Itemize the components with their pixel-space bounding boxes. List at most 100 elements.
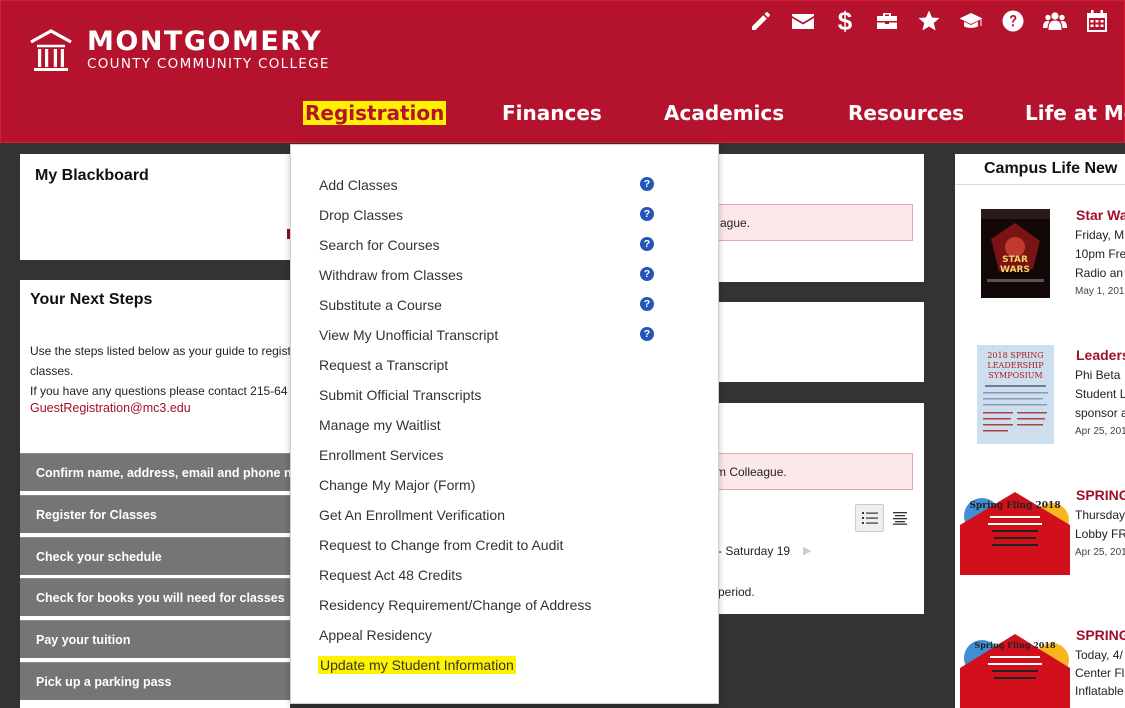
star-wars-logo-text-2: WARS	[1000, 265, 1030, 275]
leadership-line: 2018 SPRING	[987, 351, 1043, 360]
menu-act-48-credits[interactable]: Request Act 48 Credits	[319, 567, 462, 583]
menu-change-major[interactable]: Change My Major (Form)	[319, 477, 475, 493]
next-steps-intro-line2: classes.	[30, 364, 74, 378]
my-blackboard-title: My Blackboard	[35, 167, 149, 184]
step-confirm-info[interactable]: Confirm name, address, email and phone n…	[20, 453, 290, 491]
news-date: Apr 25, 201	[1075, 547, 1125, 558]
news-line: Lobby FR	[1075, 527, 1125, 541]
list-view-button[interactable]	[855, 504, 884, 532]
spring-fling-title-2: Spring Fling 2018	[974, 640, 1055, 650]
graduation-cap-icon[interactable]	[950, 7, 992, 35]
menu-manage-waitlist[interactable]: Manage my Waitlist	[319, 417, 441, 433]
news-date: Apr 25, 201	[1075, 426, 1125, 437]
news-thumb-spring-fling-2[interactable]: Spring Fling 2018	[960, 630, 1070, 708]
menu-enrollment-verification[interactable]: Get An Enrollment Verification	[319, 507, 505, 523]
college-logo[interactable]: MONTGOMERY COUNTY COMMUNITY COLLEGE	[29, 28, 330, 72]
period-text: period.	[718, 585, 755, 599]
align-lines-icon	[893, 512, 907, 525]
site-header: MONTGOMERY COUNTY COMMUNITY COLLEGE $ Re…	[0, 0, 1125, 143]
pencil-icon[interactable]	[740, 7, 782, 35]
menu-unofficial-transcript[interactable]: View My Unofficial Transcript	[319, 327, 498, 343]
news-thumb-spring-fling-1[interactable]: Spring Fling 2018	[960, 490, 1070, 575]
next-arrow-icon[interactable]: ▶	[803, 544, 811, 557]
menu-residency-requirement[interactable]: Residency Requirement/Change of Address	[319, 597, 591, 613]
news-line: Today, 4/	[1075, 648, 1123, 662]
utility-toolbar: $	[740, 6, 1118, 36]
campus-life-news-title: Campus Life New	[984, 160, 1118, 177]
news-line: Inflatable	[1075, 684, 1124, 698]
nav-life-at-mc3[interactable]: Life at Mo	[1025, 101, 1125, 125]
help-icon-unofficial-transcript[interactable]: ?	[640, 327, 654, 341]
help-icon-add-classes[interactable]: ?	[640, 177, 654, 191]
menu-request-transcript[interactable]: Request a Transcript	[319, 357, 448, 373]
step-parking-pass[interactable]: Pick up a parking pass	[20, 662, 290, 700]
detail-view-button[interactable]	[889, 504, 911, 532]
calendar-icon[interactable]	[1076, 7, 1118, 35]
news-line: Student L	[1075, 387, 1125, 401]
nav-registration[interactable]: Registration	[303, 101, 447, 125]
news-line: Friday, M	[1075, 228, 1125, 242]
news-line: Radio an	[1075, 266, 1124, 280]
news-title-2[interactable]: Leaders	[1076, 347, 1125, 363]
leadership-line: SYMPOSIUM	[988, 371, 1042, 380]
colleague-alert-1: ague.	[700, 204, 913, 241]
college-name-line2: COUNTY COMMUNITY COLLEGE	[87, 56, 330, 72]
college-name-line1: MONTGOMERY	[87, 26, 323, 57]
next-steps-title: Your Next Steps	[30, 291, 153, 308]
colleague-alert-2: m Colleague.	[700, 453, 913, 490]
news-title-1[interactable]: Star Wa	[1076, 207, 1125, 223]
envelope-icon[interactable]	[782, 7, 824, 35]
menu-submit-transcripts[interactable]: Submit Official Transcripts	[319, 387, 481, 403]
help-circle-icon[interactable]	[992, 7, 1034, 35]
news-title-3[interactable]: SPRING	[1076, 487, 1125, 503]
news-date: May 1, 201	[1075, 286, 1125, 297]
star-icon[interactable]	[908, 7, 950, 35]
my-blackboard-card: My Blackboard	[20, 154, 290, 260]
news-thumb-star-wars[interactable]: STAR WARS	[981, 209, 1050, 298]
college-logo-mark-icon	[29, 28, 73, 72]
middle-card-1: ague.	[700, 154, 924, 282]
nav-finances[interactable]: Finances	[502, 101, 602, 125]
news-title-divider	[955, 184, 1125, 185]
calendar-date-range: - Saturday 19	[718, 544, 791, 558]
news-title-4[interactable]: SPRING	[1076, 627, 1125, 643]
nav-resources[interactable]: Resources	[848, 101, 964, 125]
news-thumb-leadership[interactable]: 2018 SPRING LEADERSHIP SYMPOSIUM	[977, 345, 1054, 444]
help-icon-drop-classes[interactable]: ?	[640, 207, 654, 221]
nav-academics[interactable]: Academics	[664, 101, 784, 125]
news-line: 10pm Fre	[1075, 247, 1125, 261]
guest-registration-email-link[interactable]: GuestRegistration@mc3.edu	[30, 401, 191, 415]
menu-update-student-information[interactable]: Update my Student Information	[318, 656, 516, 674]
next-steps-intro-line1: Use the steps listed below as your guide…	[30, 344, 291, 358]
step-check-books[interactable]: Check for books you will need for classe…	[20, 578, 290, 616]
news-line: Thursday	[1075, 508, 1125, 522]
menu-drop-classes[interactable]: Drop Classes	[319, 207, 403, 223]
list-view-icon	[861, 512, 878, 524]
dollar-icon[interactable]: $	[824, 6, 866, 36]
step-pay-tuition[interactable]: Pay your tuition	[20, 620, 290, 658]
menu-enrollment-services[interactable]: Enrollment Services	[319, 447, 444, 463]
help-icon-withdraw-classes[interactable]: ?	[640, 267, 654, 281]
leadership-line: LEADERSHIP	[987, 361, 1044, 370]
next-steps-intro: Use the steps listed below as your guide…	[30, 341, 295, 401]
registration-dropdown-menu: Add Classes ? Drop Classes ? Search for …	[290, 144, 719, 704]
next-steps-intro-line3: If you have any questions please contact…	[30, 384, 288, 398]
menu-search-courses[interactable]: Search for Courses	[319, 237, 440, 253]
menu-credit-to-audit[interactable]: Request to Change from Credit to Audit	[319, 537, 563, 553]
news-line: Phi Beta	[1075, 368, 1121, 382]
users-icon[interactable]	[1034, 7, 1076, 35]
spring-fling-title-1: Spring Fling 2018	[969, 501, 1060, 511]
step-check-schedule[interactable]: Check your schedule	[20, 537, 290, 575]
briefcase-icon[interactable]	[866, 7, 908, 35]
step-register-classes[interactable]: Register for Classes	[20, 495, 290, 533]
news-line: Center Fl	[1075, 666, 1125, 680]
help-icon-search-courses[interactable]: ?	[640, 237, 654, 251]
menu-appeal-residency[interactable]: Appeal Residency	[319, 627, 432, 643]
middle-card-3: m Colleague. - Saturday 19 ▶ period.	[700, 403, 924, 614]
menu-withdraw-classes[interactable]: Withdraw from Classes	[319, 267, 463, 283]
menu-add-classes[interactable]: Add Classes	[319, 177, 398, 193]
help-icon-substitute-course[interactable]: ?	[640, 297, 654, 311]
menu-substitute-course[interactable]: Substitute a Course	[319, 297, 442, 313]
middle-card-2	[700, 302, 924, 382]
star-wars-logo-text: STAR	[1002, 255, 1028, 265]
